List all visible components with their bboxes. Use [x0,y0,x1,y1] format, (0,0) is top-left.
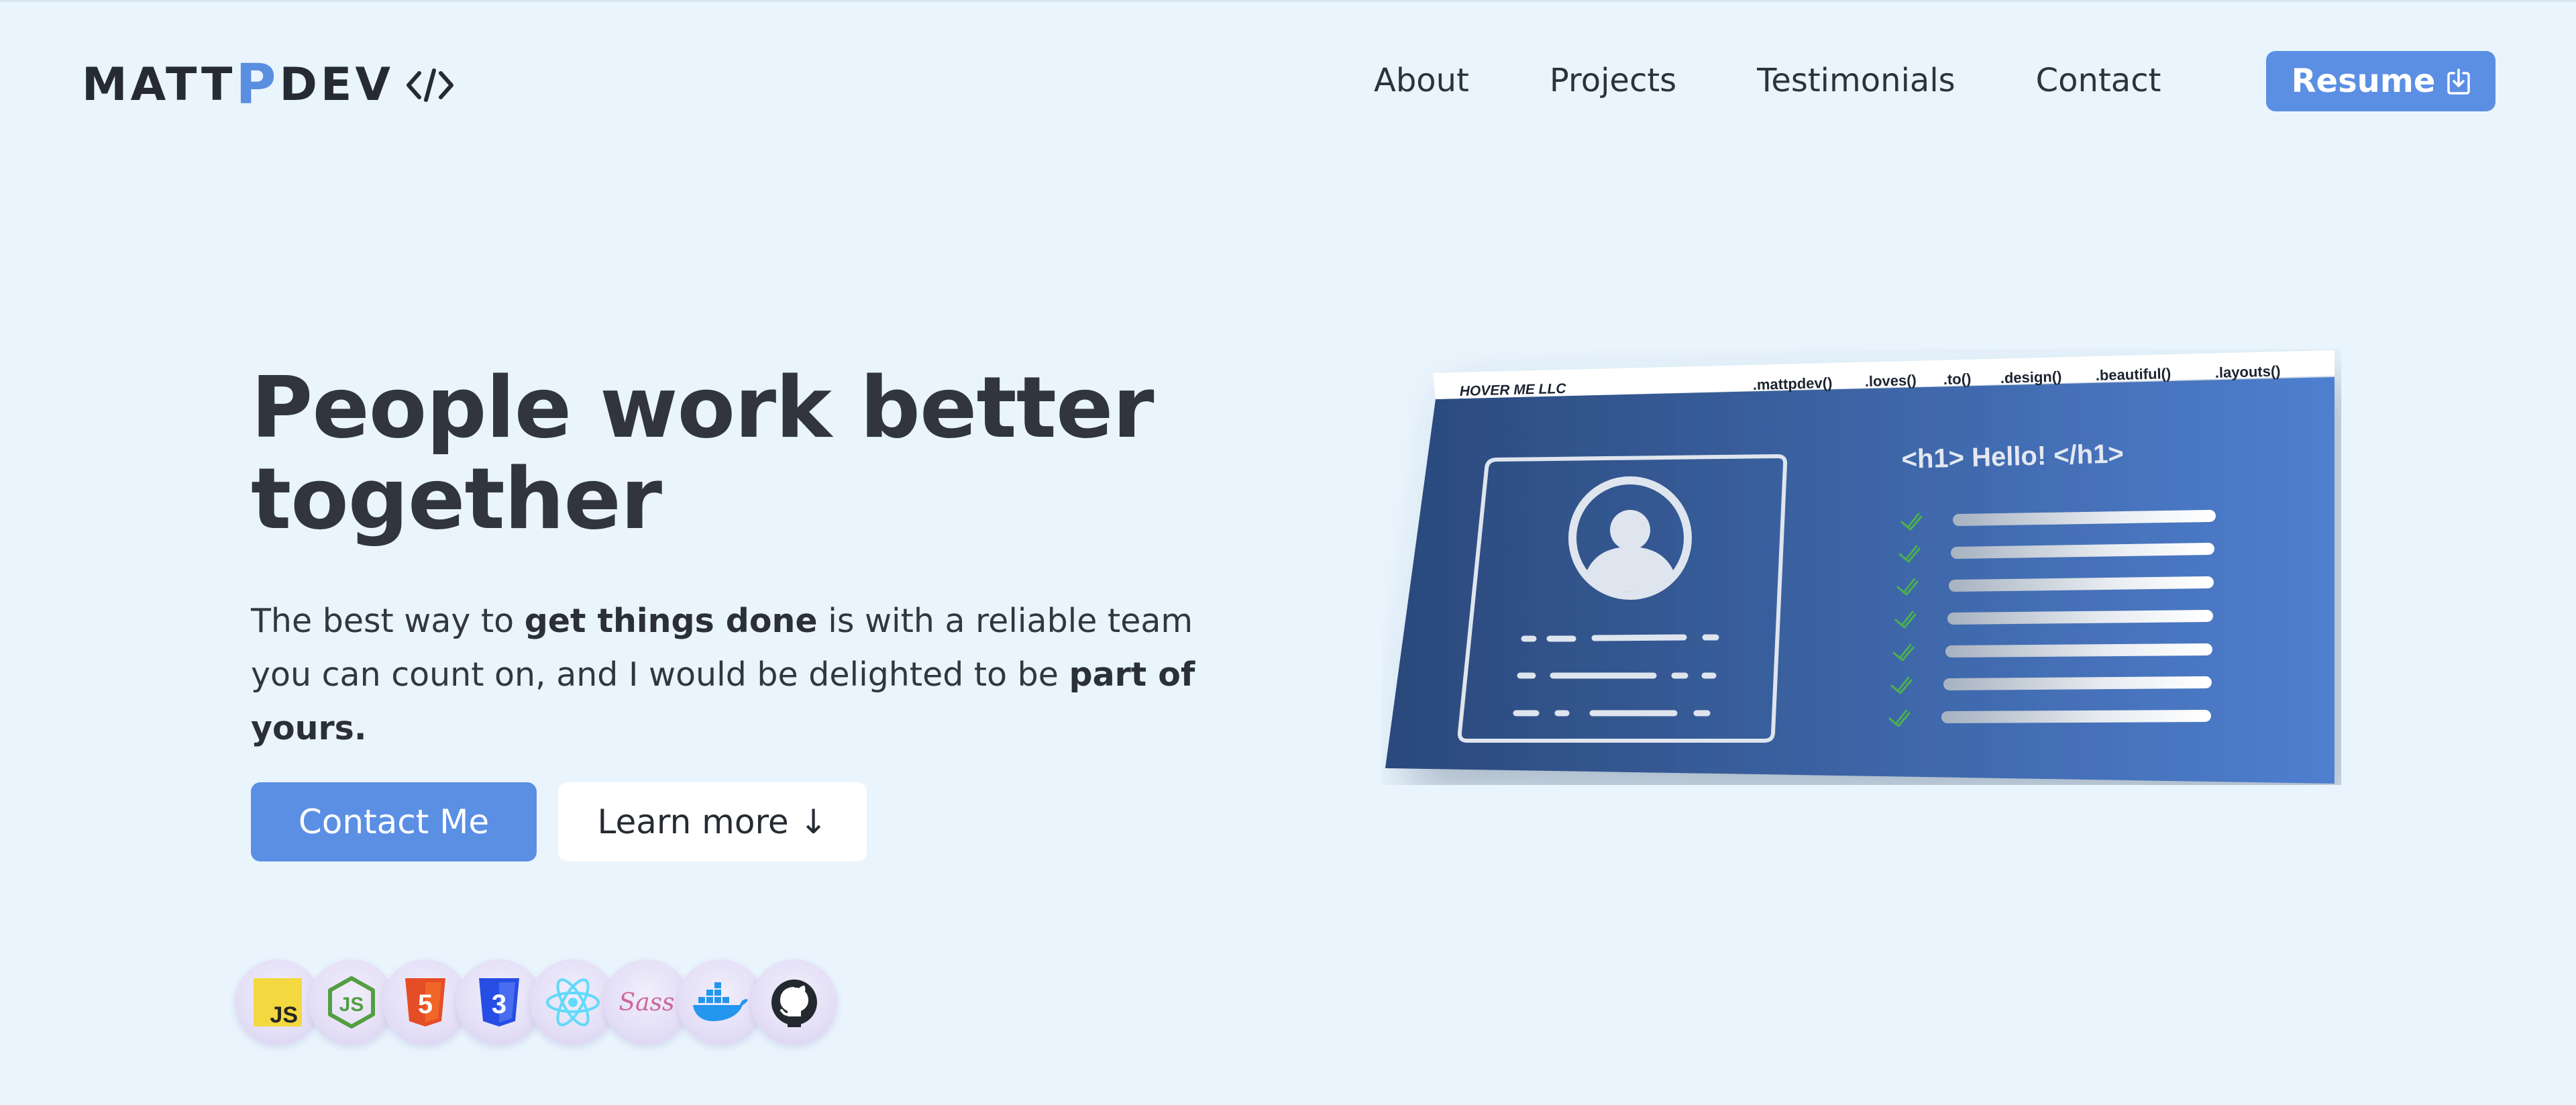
react-icon [530,959,616,1045]
download-icon [2447,68,2471,95]
logo-accent: P [235,53,280,117]
resume-button[interactable]: Resume [2266,51,2496,111]
html5-icon: 5 [382,959,468,1045]
browser-title: HOVER ME LLC [1460,381,1567,399]
javascript-icon: JS [235,959,321,1045]
sass-icon: Sass [604,959,690,1045]
tab-layouts: .layouts() [2214,362,2280,381]
tab-design: .design() [2000,368,2061,386]
hero-desc-part1: The best way to [251,602,525,640]
code-brackets-icon [406,66,454,104]
css3-icon: 3 [456,959,542,1045]
sass-icon-label: Sass [619,989,674,1016]
css3-icon-label: 3 [492,990,506,1019]
tech-stack-icons: JS JS 5 3 Sass [235,959,837,1045]
nav-link-about[interactable]: About [1374,60,1469,101]
hero-title: People work better together [251,358,1155,548]
contact-me-button[interactable]: Contact Me [251,782,537,861]
javascript-icon-label: JS [270,1002,298,1027]
docker-icon [678,959,763,1045]
nodejs-icon: JS [309,959,394,1045]
main-nav: About Projects Testimonials Contact [1374,60,2161,101]
illustration-heading: <h1> Hello! </h1> [1901,439,2124,474]
hero-illustration[interactable]: HOVER ME LLC .mattpdev() .loves() .to() … [1382,349,2341,785]
hero-desc-bold1: get things done [524,602,818,640]
nav-link-contact[interactable]: Contact [2036,60,2161,101]
top-border [0,0,2576,2]
logo-prefix: MATT [82,58,236,111]
github-icon [751,959,837,1045]
learn-more-button[interactable]: Learn more ↓ [558,782,867,861]
tab-to: .to() [1943,370,1971,388]
logo-suffix: DEV [279,58,394,111]
nav-link-projects[interactable]: Projects [1550,60,1676,101]
tab-loves: .loves() [1864,372,1917,390]
nodejs-icon-label: JS [339,994,364,1016]
tab-beautiful: .beautiful() [2095,365,2171,384]
resume-label: Resume [2291,62,2436,100]
html5-icon-label: 5 [418,990,433,1019]
hero-description: The best way to get things done is with … [251,594,1230,755]
site-logo[interactable]: MATT P DEV [82,58,454,113]
nav-link-testimonials[interactable]: Testimonials [1757,60,1955,101]
tab-mattpdev: .mattpdev() [1752,374,1832,393]
